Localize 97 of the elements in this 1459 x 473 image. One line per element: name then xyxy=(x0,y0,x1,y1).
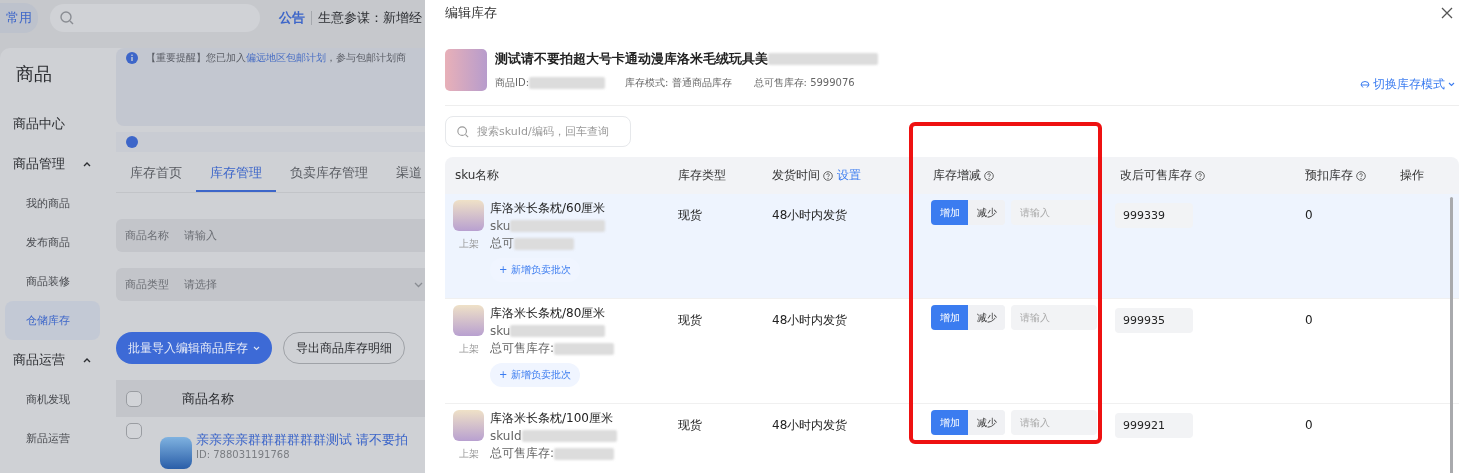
drawer-title: 编辑库存 xyxy=(445,4,497,22)
search-field[interactable]: 搜索skuId/编码，回车查询 xyxy=(445,116,631,147)
announcement-text: 生意参谋：新增经 xyxy=(318,9,422,27)
sku-stock-label: 总可 xyxy=(490,235,514,252)
table-cell: 现货 xyxy=(678,418,702,432)
sidebar-item[interactable]: 发布商品 xyxy=(5,223,100,262)
announcement-link[interactable]: 公告 xyxy=(279,9,305,27)
switch-icon xyxy=(1360,80,1370,89)
total-stock: 总可售库存: 5999076 xyxy=(753,75,855,90)
notice-link[interactable]: 偏远地区包邮计划 xyxy=(246,52,326,63)
filter-field[interactable]: 商品名称 请输入 xyxy=(116,219,425,252)
sku-stock-label: 总可售库存: xyxy=(490,445,555,462)
action-button[interactable]: 批量导入编辑商品库存 xyxy=(116,332,272,364)
sidebar-item[interactable]: 新品运营 xyxy=(5,419,100,458)
table-cell: 0 xyxy=(1305,418,1313,432)
chevron-icon xyxy=(414,281,423,288)
column-header: 库存增减 xyxy=(933,167,981,184)
table-cell: 现货 xyxy=(678,208,702,222)
sidebar-title: 商品 xyxy=(15,62,53,86)
product-photo-placeholder xyxy=(445,48,487,91)
adjust-toggle[interactable]: 增加 xyxy=(931,410,968,435)
amount-input[interactable]: 请输入 xyxy=(1011,410,1097,435)
product-name: 测试请不要拍超大号卡通动漫库洛米毛绒玩具美 xyxy=(495,49,768,68)
tab[interactable]: 渠道 xyxy=(382,156,425,192)
sidebar-item[interactable]: 商机发现 xyxy=(5,380,100,419)
settings-link[interactable]: 设置 xyxy=(837,167,861,184)
column-header: sku名称 xyxy=(455,167,500,184)
sidebar-item[interactable]: 商品装修 xyxy=(5,262,100,301)
notice-text: 【重要提醒】您已加入偏远地区包邮计划，参与包邮计划商 xyxy=(146,51,406,65)
sku-stock-label: 总可售库存: xyxy=(490,340,555,357)
redacted-block xyxy=(514,237,574,250)
adjust-toggle[interactable]: 增加 xyxy=(931,200,968,225)
stock-mode: 库存模式: 普通商品库存 xyxy=(625,75,732,90)
sku-id-label: skuId xyxy=(490,429,522,443)
table-cell: 48小时内发货 xyxy=(772,208,848,222)
column-header: 商品名称 xyxy=(182,389,234,408)
product-id: ID: 788031191768 xyxy=(196,449,291,460)
help-icon[interactable] xyxy=(984,170,994,181)
sku-name: 库洛米长条枕/100厘米 xyxy=(490,410,613,427)
tab[interactable]: 负卖库存管理 xyxy=(276,156,382,192)
sku-photo-placeholder xyxy=(453,410,484,441)
table-cell: 0 xyxy=(1305,208,1313,222)
column-header: 改后可售库存 xyxy=(1120,167,1192,184)
column-header: 操作 xyxy=(1400,167,1424,184)
add-batch-button[interactable]: + 新增负卖批次 xyxy=(490,363,580,387)
sku-id-label: sku xyxy=(490,219,511,233)
product-id-label: 商品ID: xyxy=(495,75,530,90)
sidebar-group[interactable]: 商品中心 xyxy=(0,104,105,144)
sku-photo-placeholder xyxy=(453,200,484,231)
sidebar-group[interactable]: 商品管理 xyxy=(0,144,105,184)
filter-field[interactable]: 商品类型 请选择 xyxy=(116,268,425,301)
sidebar-item[interactable]: 仓储库存 xyxy=(5,301,100,340)
switch-mode-link[interactable]: 切换库存模式 xyxy=(1360,76,1455,93)
table-cell: 48小时内发货 xyxy=(772,418,848,432)
tab[interactable]: 库存首页 xyxy=(116,156,196,192)
column-header: 库存类型 xyxy=(678,167,726,184)
select-all-checkbox[interactable] xyxy=(126,390,142,407)
sku-id-label: sku xyxy=(490,324,511,338)
amount-input[interactable]: 请输入 xyxy=(1011,305,1097,330)
help-icon[interactable] xyxy=(823,170,833,181)
help-icon[interactable] xyxy=(1195,170,1205,181)
table-cell: 0 xyxy=(1305,313,1313,327)
caret-icon xyxy=(253,345,260,351)
new-stock-field: 999935 xyxy=(1115,308,1193,333)
column-header: 预扣库存 xyxy=(1305,167,1353,184)
caret-icon xyxy=(1448,82,1455,87)
caret-icon xyxy=(83,357,91,363)
help-icon[interactable] xyxy=(1356,170,1366,181)
search-icon xyxy=(60,11,74,25)
sidebar-group[interactable]: 商品运营 xyxy=(0,340,105,380)
search-field[interactable] xyxy=(50,4,260,32)
adjust-toggle[interactable]: 增加 xyxy=(931,305,968,330)
table-cell: 48小时内发货 xyxy=(772,313,848,327)
row-checkbox[interactable] xyxy=(126,423,142,439)
sku-photo-placeholder xyxy=(453,305,484,336)
caret-icon xyxy=(83,161,91,167)
tab[interactable]: 库存管理 xyxy=(196,156,276,192)
table-cell: 现货 xyxy=(678,313,702,327)
sidebar-item[interactable]: 我的商品 xyxy=(5,184,100,223)
search-icon xyxy=(457,126,469,138)
sku-name: 库洛米长条枕/60厘米 xyxy=(490,200,606,217)
new-stock-field: 999921 xyxy=(1115,413,1193,438)
amount-input[interactable]: 请输入 xyxy=(1011,200,1097,225)
status-tag: 上架 xyxy=(458,342,479,356)
shortcut-tab[interactable]: 常用 xyxy=(0,3,38,33)
scrollbar[interactable] xyxy=(1450,197,1453,473)
column-header: 发货时间 xyxy=(772,167,820,184)
redacted-block xyxy=(554,447,615,460)
close-icon[interactable] xyxy=(1441,7,1453,19)
new-stock-field: 999339 xyxy=(1115,203,1193,228)
product-name-link[interactable]: 亲亲亲亲群群群群群群测试 请不要拍 xyxy=(196,431,409,449)
product-photo-placeholder xyxy=(160,437,192,469)
redacted-block xyxy=(554,342,615,355)
sku-name: 库洛米长条枕/80厘米 xyxy=(490,305,606,322)
status-tag: 上架 xyxy=(458,237,479,251)
status-tag: 上架 xyxy=(458,447,479,461)
action-button[interactable]: 导出商品库存明细 xyxy=(283,332,405,364)
